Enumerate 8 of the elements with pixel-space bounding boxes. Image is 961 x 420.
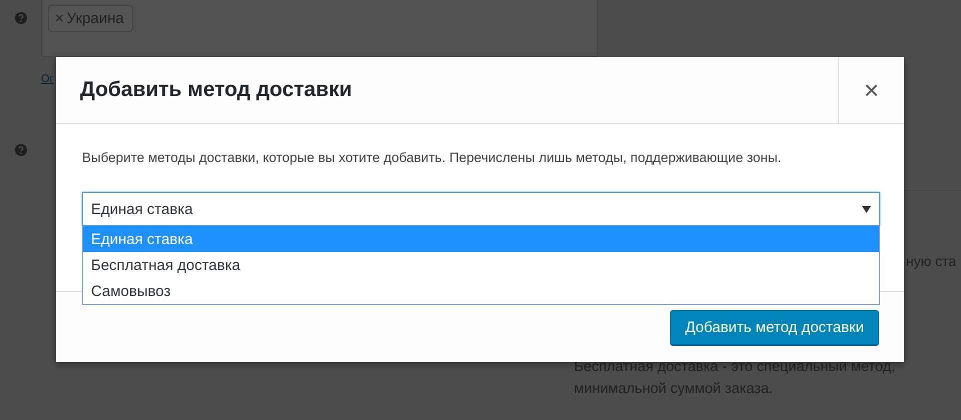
add-method-button[interactable]: Добавить метод доставки (670, 310, 879, 344)
method-select[interactable]: Единая ставка (82, 192, 880, 226)
help-icon (14, 144, 26, 156)
caret-icon (862, 206, 871, 212)
help-icon (14, 12, 26, 24)
intro-text: Выберите методы доставки, которые вы хотите добавить. Перечислены лишь методы, поддерживающие зоны. (82, 150, 782, 165)
dialog-title: Добавить метод доставки (79, 77, 354, 103)
close-button[interactable]: × (838, 57, 904, 123)
